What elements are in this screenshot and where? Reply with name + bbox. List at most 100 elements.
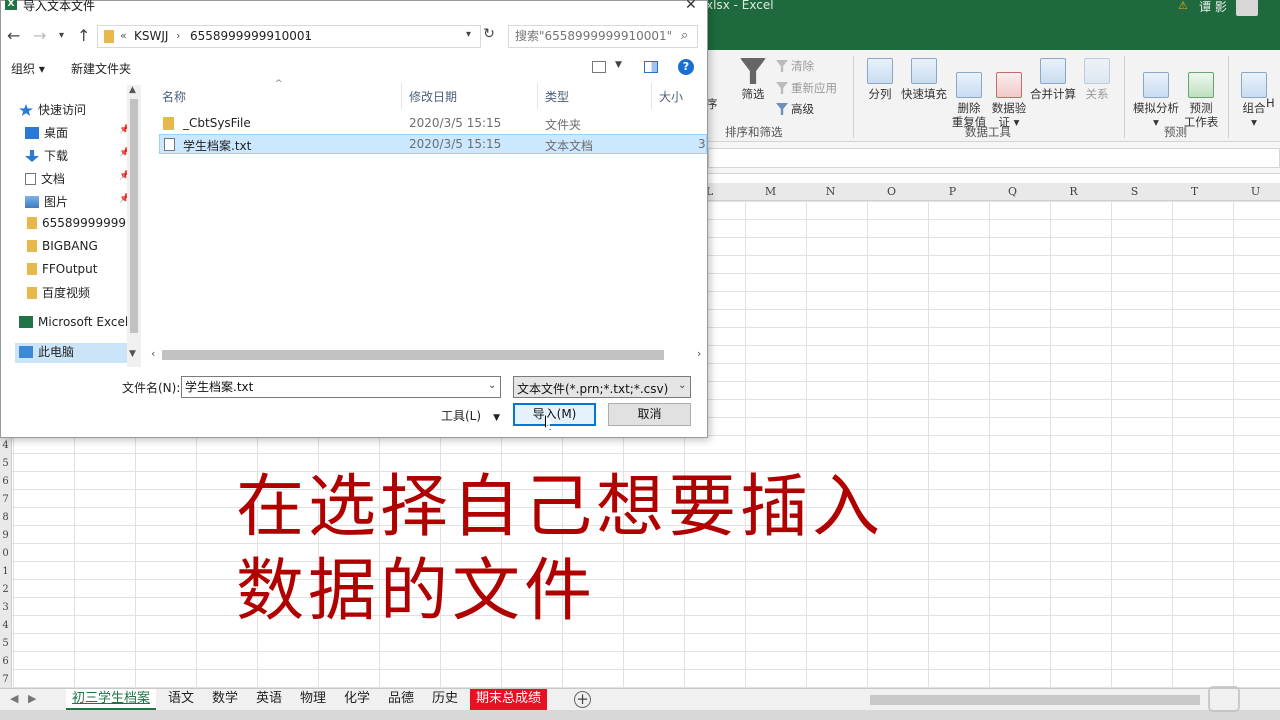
- row-header[interactable]: 2: [0, 581, 11, 599]
- sheet-scroll-right-icon[interactable]: ▶: [28, 692, 36, 705]
- breadcrumb-current-folder[interactable]: 6558999999910001: [190, 29, 312, 43]
- add-sheet-icon[interactable]: +: [574, 691, 591, 708]
- sheet-tab-students[interactable]: 初三学生档案: [66, 689, 157, 710]
- column-divider[interactable]: [651, 83, 652, 109]
- nav-item-folder-6558[interactable]: 655899999991: [27, 216, 134, 236]
- row-header[interactable]: 8: [0, 509, 11, 527]
- view-options-icon[interactable]: [592, 61, 606, 73]
- row-header[interactable]: 0: [0, 545, 11, 563]
- horizontal-scrollbar[interactable]: [870, 695, 1200, 705]
- nav-item-documents[interactable]: 文档 📌: [25, 170, 130, 190]
- breadcrumb-kswjj[interactable]: KSWJJ: [134, 29, 168, 43]
- navigation-scrollbar[interactable]: ▲ ▼: [127, 85, 141, 367]
- row-header[interactable]: 4: [0, 437, 11, 455]
- search-input[interactable]: [515, 29, 675, 43]
- column-header[interactable]: R: [1043, 185, 1104, 198]
- chevron-down-icon[interactable]: ▾: [466, 29, 471, 40]
- column-divider[interactable]: [537, 83, 538, 109]
- nav-item-pictures[interactable]: 图片 📌: [25, 193, 130, 213]
- scroll-thumb[interactable]: [162, 350, 664, 360]
- preview-pane-icon[interactable]: [644, 61, 658, 73]
- chevron-down-icon[interactable]: ▼: [615, 60, 622, 70]
- address-bar[interactable]: « KSWJJ › 6558999999910001 › ▾: [97, 25, 481, 48]
- file-row[interactable]: _CbtSysFile 2020/3/5 15:15 文件夹: [159, 114, 707, 134]
- chevron-down-icon[interactable]: ⌄: [488, 380, 496, 391]
- row-header[interactable]: 6: [0, 653, 11, 671]
- chevron-right-icon[interactable]: ›: [305, 29, 309, 42]
- column-header-modified[interactable]: 修改日期: [409, 88, 457, 105]
- import-button[interactable]: 导入(M): [513, 403, 596, 426]
- sheet-tab-physics[interactable]: 物理: [294, 689, 332, 710]
- nav-item-baidu-video[interactable]: 百度视频: [27, 284, 90, 304]
- sheet-tab-history[interactable]: 历史: [426, 689, 464, 710]
- ribbon-partial-right[interactable]: H: [1266, 96, 1275, 110]
- chevron-down-icon[interactable]: ⌄: [678, 380, 686, 391]
- column-header[interactable]: T: [1164, 185, 1225, 198]
- column-header[interactable]: P: [922, 185, 983, 198]
- relationships-button[interactable]: 关系: [1080, 58, 1114, 101]
- close-icon[interactable]: ✕: [685, 0, 697, 13]
- what-if-analysis-button[interactable]: 模拟分析 ▾: [1130, 58, 1182, 129]
- row-header[interactable]: 4: [0, 617, 11, 635]
- chevron-right-icon[interactable]: ›: [176, 29, 180, 42]
- new-folder-button[interactable]: 新建文件夹: [71, 60, 131, 77]
- row-header[interactable]: 7: [0, 671, 11, 689]
- scroll-thumb[interactable]: [130, 99, 138, 333]
- organize-button[interactable]: 组织 ▾: [11, 60, 45, 77]
- scroll-right-icon[interactable]: ›: [697, 347, 701, 360]
- scroll-down-icon[interactable]: ▼: [129, 349, 136, 359]
- sheet-scroll-left-icon[interactable]: ◀: [10, 692, 18, 705]
- data-validation-button[interactable]: 数据验 证 ▾: [989, 58, 1029, 129]
- sheet-tab-english[interactable]: 英语: [250, 689, 288, 710]
- column-header[interactable]: U: [1225, 185, 1280, 198]
- column-header-type[interactable]: 类型: [545, 88, 569, 105]
- scroll-up-icon[interactable]: ▲: [129, 85, 136, 95]
- scroll-left-icon[interactable]: ‹: [151, 347, 155, 360]
- row-header[interactable]: 5: [0, 455, 11, 473]
- nav-item-quick-access[interactable]: 快速访问: [19, 101, 86, 121]
- sheet-tab-morality[interactable]: 品德: [382, 689, 420, 710]
- group-outline-button[interactable]: 组合 ▾: [1238, 58, 1270, 129]
- column-header-name[interactable]: 名称: [162, 88, 186, 105]
- column-header[interactable]: N: [800, 185, 861, 198]
- flash-fill-button[interactable]: 快速填充: [900, 58, 948, 101]
- row-header[interactable]: 9: [0, 527, 11, 545]
- search-icon[interactable]: ⌕: [681, 28, 688, 43]
- formula-input[interactable]: [708, 148, 1280, 168]
- up-arrow-icon[interactable]: ↑: [77, 26, 90, 45]
- nav-item-bigbang[interactable]: BIGBANG: [27, 239, 98, 259]
- file-row-selected[interactable]: 学生档案.txt 2020/3/5 15:15 文本文档 3: [159, 134, 707, 154]
- filter-button[interactable]: 筛选: [736, 58, 770, 101]
- file-list-horizontal-scrollbar[interactable]: ‹ ›: [151, 347, 707, 363]
- row-header[interactable]: 6: [0, 473, 11, 491]
- sheet-tab-chinese[interactable]: 语文: [162, 689, 200, 710]
- text-to-columns-button[interactable]: 分列: [864, 58, 896, 101]
- file-type-select[interactable]: 文本文件(*.prn;*.txt;*.csv) ⌄: [513, 376, 691, 398]
- row-header[interactable]: 1: [0, 563, 11, 581]
- sheet-tab-chemistry[interactable]: 化学: [338, 689, 376, 710]
- row-header[interactable]: 7: [0, 491, 11, 509]
- column-header-size[interactable]: 大小: [659, 88, 683, 105]
- forecast-sheet-button[interactable]: 预测 工作表: [1182, 58, 1220, 129]
- column-header[interactable]: O: [861, 185, 922, 198]
- column-divider[interactable]: [401, 83, 402, 109]
- help-icon[interactable]: ?: [678, 59, 694, 75]
- forward-arrow-icon[interactable]: →: [33, 26, 46, 45]
- column-header[interactable]: S: [1104, 185, 1165, 198]
- address-overflow[interactable]: «: [120, 29, 127, 42]
- sheet-tab-final-scores[interactable]: 期末总成绩: [470, 689, 548, 710]
- user-name[interactable]: 谭 影: [1199, 0, 1227, 15]
- back-arrow-icon[interactable]: ←: [7, 26, 20, 45]
- column-header[interactable]: Q: [982, 185, 1043, 198]
- avatar[interactable]: [1236, 0, 1258, 16]
- clear-filter-button[interactable]: 清除: [776, 58, 814, 74]
- remove-duplicates-button[interactable]: 删除 重复值: [950, 58, 988, 129]
- tools-button[interactable]: 工具(L) ▼: [441, 407, 500, 424]
- refresh-icon[interactable]: ↻: [481, 26, 497, 46]
- recent-locations-chevron-icon[interactable]: ▾: [59, 30, 64, 41]
- nav-item-ffoutput[interactable]: FFOutput: [27, 262, 98, 282]
- nav-item-downloads[interactable]: 下载 📌: [25, 147, 130, 167]
- row-header[interactable]: 3: [0, 599, 11, 617]
- cancel-button[interactable]: 取消: [608, 403, 691, 426]
- row-header[interactable]: 5: [0, 635, 11, 653]
